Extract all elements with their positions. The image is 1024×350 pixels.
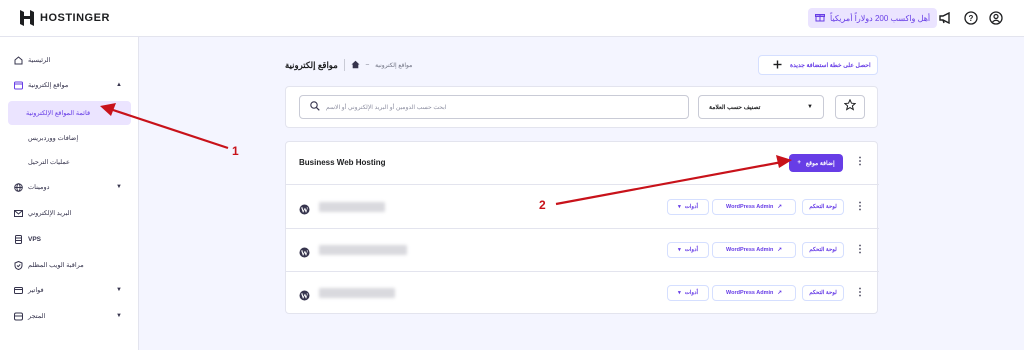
annotation-arrow-1 (109, 107, 229, 150)
annotation-arrow-2 (555, 160, 783, 206)
annotation-label-1: 1 (232, 144, 239, 158)
annotation-arrows (100, 103, 792, 206)
arrowhead-2 (776, 155, 792, 168)
annotation-label-2: 2 (539, 198, 546, 212)
